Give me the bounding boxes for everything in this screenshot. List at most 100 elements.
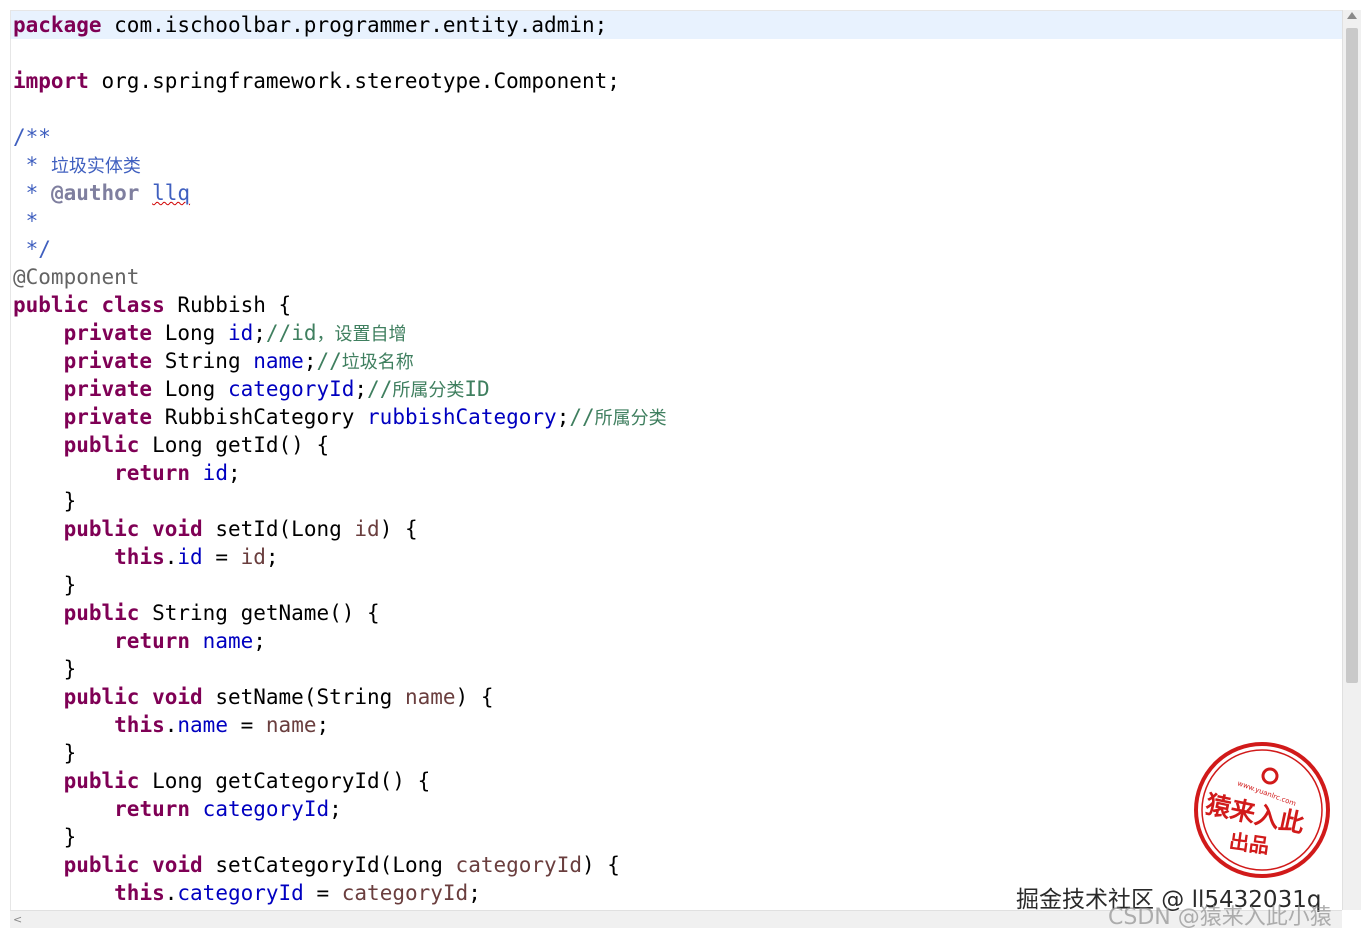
code-line[interactable]: * [11, 207, 1343, 235]
code-token: com.ischoolbar.programmer.entity.admin; [101, 13, 608, 37]
code-token: Rubbish { [164, 293, 292, 317]
code-token: ，设置自增 [316, 324, 407, 345]
code-line-text: return name; [13, 627, 266, 655]
code-line-text: public class Rubbish { [13, 291, 291, 319]
code-token: id [202, 461, 228, 485]
code-line[interactable]: } [11, 571, 1343, 599]
code-line-text: private Long categoryId;//所属分类ID [13, 375, 490, 405]
code-token: Long [152, 321, 228, 345]
code-line[interactable]: private Long id;//id，设置自增 [11, 319, 1343, 347]
code-editor[interactable]: package com.ischoolbar.programmer.entity… [10, 10, 1343, 911]
code-token: } [13, 573, 77, 597]
code-token: public [13, 293, 89, 317]
code-token: id [240, 545, 266, 569]
code-line-text: public Long getId() { [13, 431, 330, 459]
code-token: return [114, 797, 191, 821]
code-line-text: private RubbishCategory rubbishCategory;… [13, 403, 667, 433]
code-line-text: * 垃圾实体类 [13, 151, 141, 181]
code-line[interactable]: /** [11, 123, 1343, 151]
code-token: * [13, 153, 51, 177]
code-token: Long getId() { [139, 433, 330, 457]
code-token: } [13, 489, 77, 513]
code-line-text: * [13, 207, 39, 235]
code-line[interactable]: return categoryId; [11, 795, 1343, 823]
code-token: categoryId [455, 853, 582, 877]
code-line[interactable]: this.id = id; [11, 543, 1343, 571]
code-line-text: } [13, 655, 77, 683]
code-line[interactable]: } [11, 823, 1343, 851]
scroll-up-arrow-icon[interactable] [1347, 12, 1357, 19]
code-line[interactable]: public void setCategoryId(Long categoryI… [11, 851, 1343, 879]
code-token: ; [329, 797, 342, 821]
code-token: void [152, 517, 203, 541]
code-token: this [114, 881, 165, 905]
code-token: this [114, 545, 165, 569]
code-token: ID [464, 377, 490, 401]
code-token: * [13, 209, 39, 233]
code-line[interactable]: this.name = name; [11, 711, 1343, 739]
code-token: } [13, 741, 77, 765]
scroll-left-arrow-icon[interactable]: < [13, 914, 22, 925]
code-token: 垃圾实体类 [50, 156, 141, 177]
code-line[interactable]: * 垃圾实体类 [11, 151, 1343, 179]
code-line[interactable]: package com.ischoolbar.programmer.entity… [11, 11, 1343, 39]
code-line[interactable]: } [11, 739, 1343, 767]
code-line[interactable]: } [11, 655, 1343, 683]
code-token: name [253, 349, 304, 373]
code-line[interactable]: public Long getCategoryId() { [11, 767, 1343, 795]
code-line[interactable] [11, 95, 1343, 123]
code-token: rubbishCategory [367, 405, 557, 429]
code-line[interactable]: public void setId(Long id) { [11, 515, 1343, 543]
code-token: // [316, 349, 342, 373]
code-token: ; [265, 545, 279, 569]
code-line[interactable]: private RubbishCategory rubbishCategory;… [11, 403, 1343, 431]
code-token: name [177, 713, 228, 737]
code-token: ; [303, 349, 317, 373]
code-token: . [164, 545, 178, 569]
vertical-scrollbar[interactable] [1342, 10, 1361, 910]
code-line[interactable]: public String getName() { [11, 599, 1343, 627]
code-line[interactable]: public class Rubbish { [11, 291, 1343, 319]
code-token: public [63, 433, 140, 457]
code-line-text: public void setId(Long id) { [13, 515, 418, 543]
code-token: ; [354, 377, 368, 401]
code-line[interactable]: public void setName(String name) { [11, 683, 1343, 711]
code-token: return [114, 461, 191, 485]
code-line[interactable]: private Long categoryId;//所属分类ID [11, 375, 1343, 403]
code-token: // [367, 377, 393, 401]
code-token: 所属分类 [392, 380, 465, 401]
code-line-text: } [13, 739, 77, 767]
vertical-scroll-thumb[interactable] [1346, 28, 1358, 683]
code-line[interactable]: private String name;//垃圾名称 [11, 347, 1343, 375]
code-line[interactable]: @Component [11, 263, 1343, 291]
code-line[interactable]: } [11, 487, 1343, 515]
code-token: private [63, 377, 153, 401]
code-token: ; [253, 629, 266, 653]
code-line[interactable]: import org.springframework.stereotype.Co… [11, 67, 1343, 95]
code-line[interactable]: return id; [11, 459, 1343, 487]
code-token: ; [468, 881, 481, 905]
code-line[interactable]: */ [11, 235, 1343, 263]
code-line[interactable]: * @author llq [11, 179, 1343, 207]
code-line-text: * @author llq [13, 179, 190, 207]
stamp-sub-text: 出品 [1228, 829, 1271, 858]
code-token: Long [152, 377, 228, 401]
code-token: ; [227, 461, 241, 485]
code-line[interactable] [11, 39, 1343, 67]
code-token: public [63, 517, 140, 541]
code-line[interactable]: return name; [11, 627, 1343, 655]
code-line-text: public Long getCategoryId() { [13, 767, 431, 795]
code-token: * [13, 181, 51, 205]
code-line[interactable]: public Long getId() { [11, 431, 1343, 459]
